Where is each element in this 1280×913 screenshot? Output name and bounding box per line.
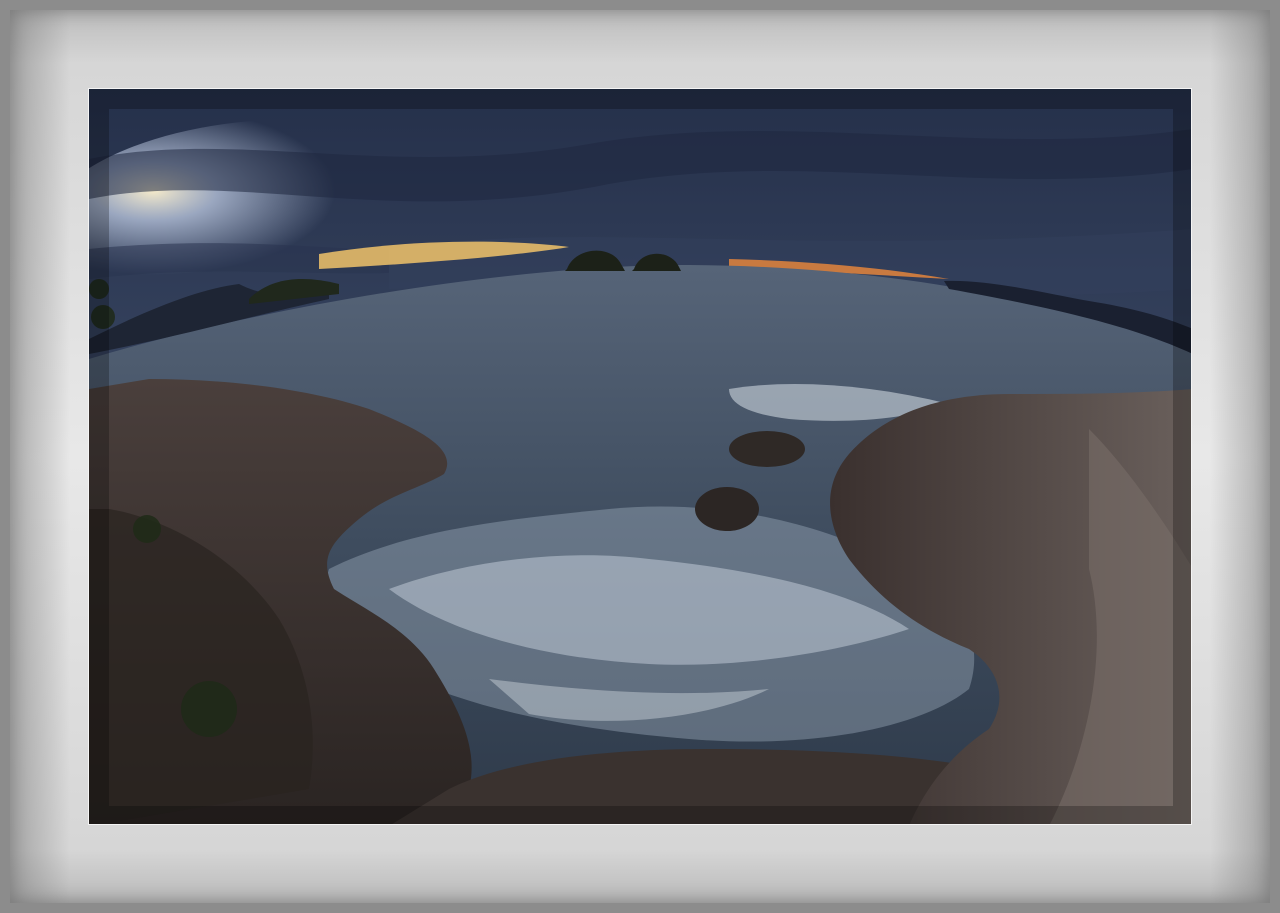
seascape-photo <box>88 88 1192 825</box>
center-rock <box>695 487 759 531</box>
seascape-illustration <box>89 89 1191 824</box>
center-rock-2 <box>729 431 805 467</box>
mat-shadow-right <box>1210 10 1270 903</box>
mat-shadow-left <box>10 10 70 903</box>
